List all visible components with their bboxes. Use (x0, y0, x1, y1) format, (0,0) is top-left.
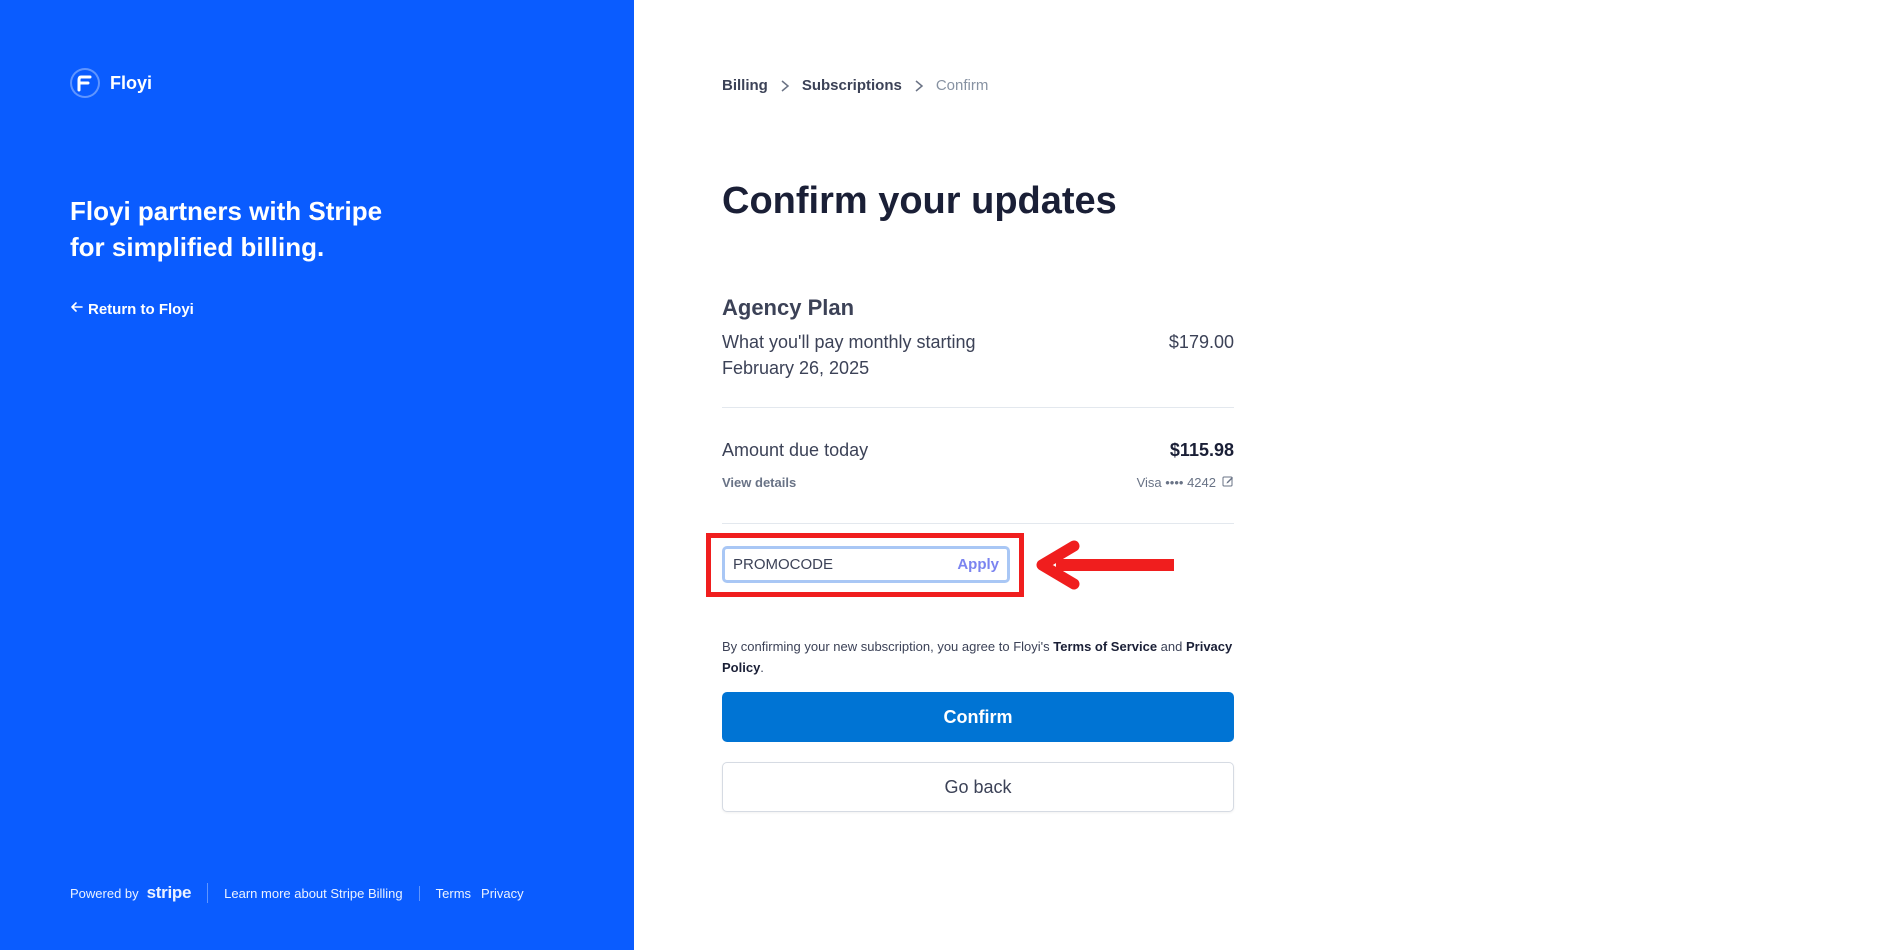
return-link[interactable]: Return to Floyi (70, 300, 194, 318)
page-title: Confirm your updates (722, 180, 1117, 222)
breadcrumb-subscriptions[interactable]: Subscriptions (802, 77, 902, 94)
apply-button[interactable]: Apply (957, 556, 999, 573)
confirm-button[interactable]: Confirm (722, 692, 1234, 742)
amount-due-value: $115.98 (1169, 440, 1234, 460)
powered-by-stripe[interactable]: Powered by stripe (70, 883, 209, 903)
amount-due-section: Amount due today $115.98 View details Vi… (722, 440, 1234, 490)
payment-method[interactable]: Visa •••• 4242 (1137, 475, 1234, 490)
panel-footer: Powered by stripe Learn more about Strip… (70, 883, 524, 903)
floyi-logo-icon (70, 68, 100, 98)
red-arrow-annotation (1036, 540, 1174, 590)
brand[interactable]: Floyi (70, 68, 152, 98)
return-link-label: Return to Floyi (88, 300, 194, 318)
divider (722, 407, 1234, 408)
plan-description: What you'll pay monthly starting Februar… (722, 332, 976, 378)
plan-price: $179.00 (1168, 332, 1234, 352)
learn-more-link[interactable]: Learn more about Stripe Billing (208, 885, 420, 901)
legal-text: By confirming your new subscription, you… (722, 636, 1234, 678)
terms-link[interactable]: Terms (436, 886, 471, 901)
promo-code-input[interactable] (733, 556, 933, 573)
chevron-right-icon (914, 79, 924, 93)
edit-icon[interactable] (1222, 475, 1234, 490)
amount-due-details: View details Visa •••• 4242 (722, 475, 1234, 490)
amount-due-label: Amount due today (722, 440, 869, 460)
plan-price-row: What you'll pay monthly starting Februar… (722, 329, 1234, 381)
breadcrumb: Billing Subscriptions Confirm (722, 77, 988, 94)
go-back-button[interactable]: Go back (722, 762, 1234, 812)
breadcrumb-billing[interactable]: Billing (722, 77, 768, 94)
breadcrumb-confirm: Confirm (935, 77, 989, 94)
footer-links: Terms Privacy (420, 886, 524, 901)
legal-prefix: By confirming your new subscription, you… (722, 639, 1054, 654)
plan-name: Agency Plan (722, 295, 855, 320)
chevron-right-icon (780, 79, 790, 93)
terms-of-service-link[interactable]: Terms of Service (1053, 639, 1157, 654)
tagline: Floyi partners with Stripe for simplifie… (70, 196, 383, 262)
stripe-logo: stripe (146, 883, 192, 902)
promo-code-field[interactable]: Apply (722, 546, 1010, 583)
card-label: Visa •••• 4242 (1136, 475, 1216, 490)
plan-summary: Agency Plan What you'll pay monthly star… (722, 295, 1234, 381)
divider (722, 523, 1234, 524)
amount-due-row: Amount due today $115.98 (722, 440, 1234, 461)
powered-by-label: Powered by (70, 885, 139, 901)
arrow-left-icon (70, 300, 84, 318)
privacy-link[interactable]: Privacy (481, 886, 524, 901)
brand-panel: Floyi Floyi partners with Stripe for sim… (0, 0, 634, 950)
legal-suffix: . (760, 660, 764, 675)
brand-name: Floyi (110, 72, 153, 93)
view-details-link[interactable]: View details (722, 475, 796, 490)
legal-and: and (1157, 639, 1186, 654)
